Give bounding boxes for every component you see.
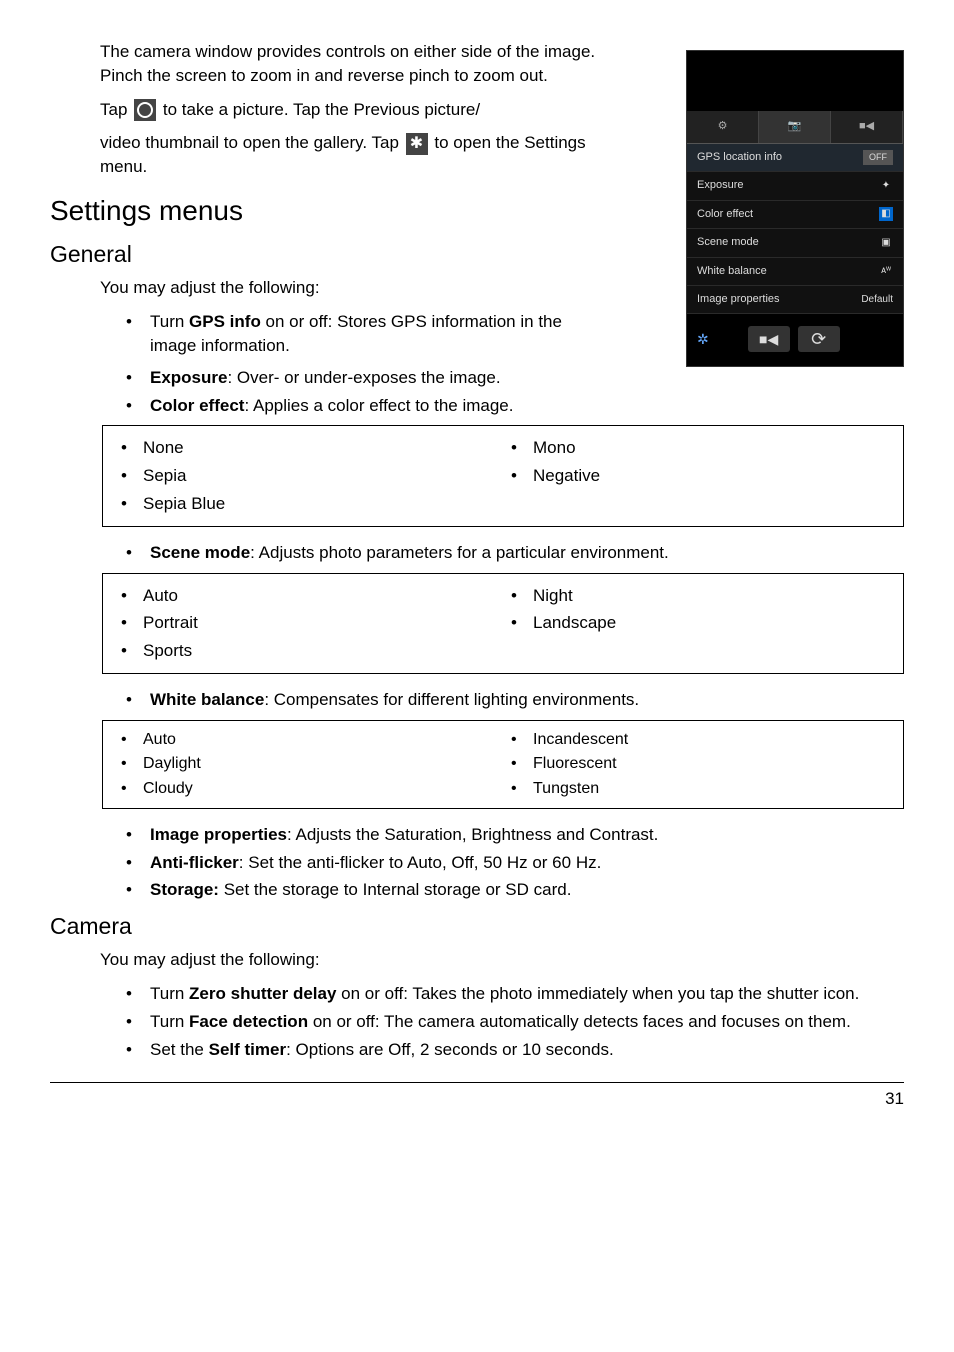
option-portrait: Portrait (113, 611, 503, 635)
bullet-storage: Storage: Set the storage to Internal sto… (122, 878, 904, 902)
tab-video-icon[interactable]: ■◀ (831, 111, 903, 143)
option-sports: Sports (113, 639, 503, 663)
option-daylight: Daylight (113, 753, 503, 775)
bottom-gear-icon[interactable]: ✲ (697, 330, 709, 350)
image-properties-value: Default (861, 293, 893, 307)
row-scene-mode[interactable]: Scene mode ▣ (687, 229, 903, 257)
option-sepia-blue: Sepia Blue (113, 492, 503, 516)
general-lead: You may adjust the following: (100, 276, 600, 300)
option-auto-scene: Auto (113, 584, 503, 608)
row-gps[interactable]: GPS location info OFF (687, 144, 903, 172)
option-tungsten: Tungsten (503, 778, 893, 800)
page-number: 31 (885, 1089, 904, 1108)
bullet-self-timer: Set the Self timer: Options are Off, 2 s… (122, 1038, 904, 1062)
option-incandescent: Incandescent (503, 729, 893, 751)
color-effect-icon: ◧ (879, 207, 893, 221)
bullet-face-detection: Turn Face detection on or off: The camer… (122, 1010, 904, 1034)
intro-p3: video thumbnail to open the gallery. Tap… (100, 131, 600, 179)
bullet-white-balance: White balance: Compensates for different… (122, 688, 904, 712)
settings-screenshot: ⚙ 📷 ■◀ GPS location info OFF Exposure ✦ … (686, 50, 904, 367)
bullet-gps: Turn GPS info on or off: Stores GPS info… (122, 310, 592, 358)
bottom-video-button[interactable]: ■◀ (748, 326, 790, 352)
bullet-color-effect: Color effect: Applies a color effect to … (122, 394, 904, 418)
bullet-exposure: Exposure: Over- or under-exposes the ima… (122, 366, 904, 390)
bullet-zero-shutter: Turn Zero shutter delay on or off: Takes… (122, 982, 904, 1006)
row-image-properties[interactable]: Image properties Default (687, 286, 903, 314)
gps-off-badge: OFF (863, 150, 893, 165)
option-none: None (113, 436, 503, 460)
scene-mode-options: Auto Portrait Sports Night Landscape (102, 573, 904, 674)
row-white-balance[interactable]: White balance ᴀʷ (687, 258, 903, 286)
option-landscape: Landscape (503, 611, 893, 635)
bottom-shutter-button[interactable]: ⟳ (798, 326, 840, 352)
intro-p1: The camera window provides controls on e… (100, 40, 600, 88)
bullet-scene-mode: Scene mode: Adjusts photo parameters for… (122, 541, 904, 565)
shutter-icon (134, 99, 156, 121)
exposure-icon: ✦ (879, 179, 893, 193)
bullet-anti-flicker: Anti-flicker: Set the anti-flicker to Au… (122, 851, 904, 875)
tab-general-icon[interactable]: ⚙ (687, 111, 759, 143)
row-color-effect[interactable]: Color effect ◧ (687, 201, 903, 229)
color-effect-options: None Sepia Sepia Blue Mono Negative (102, 425, 904, 526)
white-balance-options: Auto Daylight Cloudy Incandescent Fluore… (102, 720, 904, 809)
option-mono: Mono (503, 436, 893, 460)
option-cloudy: Cloudy (113, 778, 503, 800)
option-sepia: Sepia (113, 464, 503, 488)
white-balance-icon: ᴀʷ (879, 264, 893, 278)
gear-icon (406, 133, 428, 155)
option-night: Night (503, 584, 893, 608)
row-exposure[interactable]: Exposure ✦ (687, 172, 903, 200)
camera-lead: You may adjust the following: (100, 948, 904, 972)
option-auto-wb: Auto (113, 729, 503, 751)
heading-camera: Camera (50, 910, 904, 942)
intro-p2: Tap to take a picture. Tap the Previous … (100, 98, 600, 122)
option-fluorescent: Fluorescent (503, 753, 893, 775)
bullet-image-properties: Image properties: Adjusts the Saturation… (122, 823, 904, 847)
option-negative: Negative (503, 464, 893, 488)
scene-mode-icon: ▣ (879, 236, 893, 250)
tab-camera-icon[interactable]: 📷 (759, 111, 831, 143)
